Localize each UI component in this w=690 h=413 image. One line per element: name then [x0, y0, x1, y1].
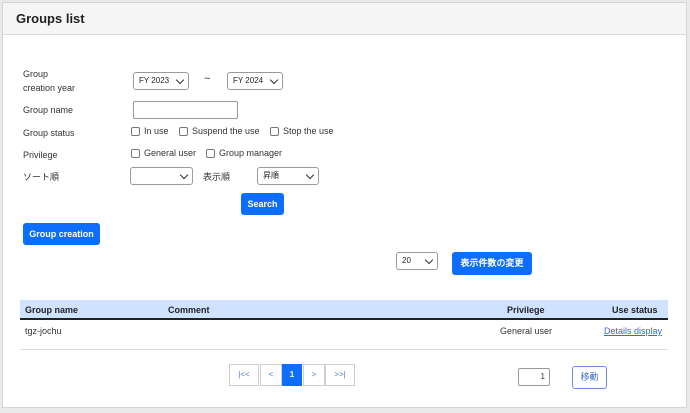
search-button[interactable]: Search: [241, 193, 284, 215]
col-use-status: Use status: [612, 305, 658, 315]
page-current-button[interactable]: 1: [282, 364, 302, 386]
status-in-use-label: In use: [144, 126, 169, 136]
change-page-size-button[interactable]: 表示件数の変更: [452, 252, 532, 275]
page-first-button[interactable]: |<<: [229, 364, 259, 386]
privilege-general-label: General user: [144, 148, 197, 158]
sort-label: ソート順: [23, 172, 60, 182]
group-name-label: Group name: [23, 105, 74, 115]
details-display-link[interactable]: Details display: [604, 326, 662, 336]
order-value: 昇順: [263, 171, 279, 180]
privilege-manager-label: Group manager: [219, 148, 283, 158]
panel-header: Groups list: [3, 3, 686, 35]
cell-privilege: General user: [500, 326, 553, 336]
privilege-general-checkbox[interactable]: [131, 149, 140, 158]
page-title: Groups list: [16, 11, 85, 26]
sort-select[interactable]: [130, 167, 193, 185]
page-prev-button[interactable]: <: [260, 364, 282, 386]
col-privilege: Privilege: [507, 305, 545, 315]
order-label: 表示順: [203, 172, 231, 182]
group-creation-button[interactable]: Group creation: [23, 223, 100, 245]
group-name-input[interactable]: [133, 101, 238, 119]
year-from-value: FY 2023: [139, 76, 170, 85]
year-label-line1: Group: [23, 69, 49, 79]
chevron-down-icon: [175, 75, 185, 85]
cell-group-name: tgz-jochu: [25, 326, 62, 336]
privilege-label: Privilege: [23, 150, 58, 160]
table-divider: [20, 349, 668, 350]
year-range-separator: ~: [204, 73, 211, 85]
privilege-manager-checkbox[interactable]: [206, 149, 215, 158]
chevron-down-icon: [424, 255, 434, 265]
status-suspend-checkbox[interactable]: [179, 127, 188, 136]
order-select[interactable]: 昇順: [257, 167, 319, 185]
page-size-select[interactable]: 20: [396, 252, 438, 270]
table-header: Group name Comment Privilege Use status: [20, 300, 668, 320]
page-jump-button[interactable]: 移動: [572, 366, 607, 389]
col-comment: Comment: [168, 305, 210, 315]
chevron-down-icon: [179, 170, 189, 180]
page-jump-input[interactable]: 1: [518, 368, 550, 386]
status-suspend-label: Suspend the use: [192, 126, 260, 136]
year-from-select[interactable]: FY 2023: [133, 72, 189, 90]
status-in-use-checkbox[interactable]: [131, 127, 140, 136]
year-to-value: FY 2024: [233, 76, 264, 85]
year-label-line2: creation year: [23, 83, 76, 93]
page-size-value: 20: [402, 256, 411, 265]
col-group-name: Group name: [25, 305, 79, 315]
groups-list-panel: Groups list: [2, 2, 687, 408]
page-last-button[interactable]: >>|: [325, 364, 355, 386]
status-stop-checkbox[interactable]: [270, 127, 279, 136]
chevron-down-icon: [269, 75, 279, 85]
year-to-select[interactable]: FY 2024: [227, 72, 283, 90]
page-next-button[interactable]: >: [303, 364, 325, 386]
chevron-down-icon: [305, 170, 315, 180]
status-stop-label: Stop the use: [283, 126, 334, 136]
group-status-label: Group status: [23, 128, 75, 138]
